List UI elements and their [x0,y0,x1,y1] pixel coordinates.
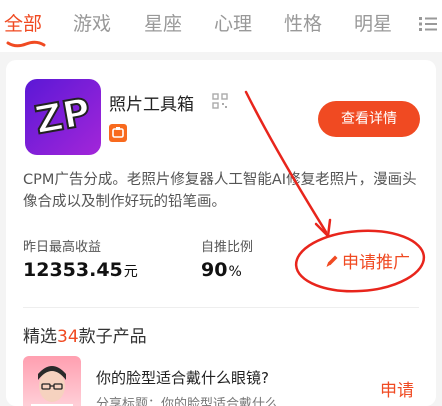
self-promo-ratio-value: 90% [201,259,242,281]
tab-games[interactable]: 游戏 [73,10,111,38]
tab-horoscope[interactable]: 星座 [144,10,182,38]
product-subtitle: 分享标题：你的脸型适合戴什么 [96,397,279,406]
self-promo-ratio-label: 自推比例 [201,240,254,255]
divider [23,307,419,308]
app-name: 照片工具箱 [109,95,194,115]
product-apply-button[interactable]: 申请 [380,376,414,401]
yesterday-earnings-label: 昨日最高收益 [23,240,102,255]
app-description: CPM广告分成。老照片修复器人工智能AI修复老照片，漫画头像合成以及制作好玩的铅… [23,172,417,210]
svg-text:ZP: ZP [32,90,94,143]
sub-products-heading: 精选34款子产品 [23,327,147,347]
active-tab-indicator [6,40,46,48]
tab-all[interactable]: 全部 [4,10,42,38]
app-card: ZP 照片工具箱 查看详情 CPM广告分成。老照片修复器人工智能AI修复老照片，… [6,60,436,406]
tab-psychology[interactable]: 心理 [214,10,252,38]
app-logo-icon[interactable]: ZP [25,79,101,155]
tab-stars[interactable]: 明星 [354,10,392,38]
pencil-icon [326,255,338,267]
product-thumbnail[interactable] [23,356,81,406]
platform-badge-icon [109,124,127,142]
apply-promotion-label: 申请推广 [342,253,410,273]
yesterday-earnings-value: 12353.45元 [23,259,138,281]
product-title[interactable]: 你的脸型适合戴什么眼镜? [96,367,269,388]
apply-promotion-button[interactable]: 申请推广 [324,248,410,273]
menu-icon[interactable] [418,14,438,34]
tab-personality[interactable]: 性格 [284,10,322,38]
category-tabs: 全部 游戏 星座 心理 性格 明星 [0,0,442,52]
view-details-button[interactable]: 查看详情 [318,101,420,137]
qr-code-icon[interactable] [212,93,228,109]
